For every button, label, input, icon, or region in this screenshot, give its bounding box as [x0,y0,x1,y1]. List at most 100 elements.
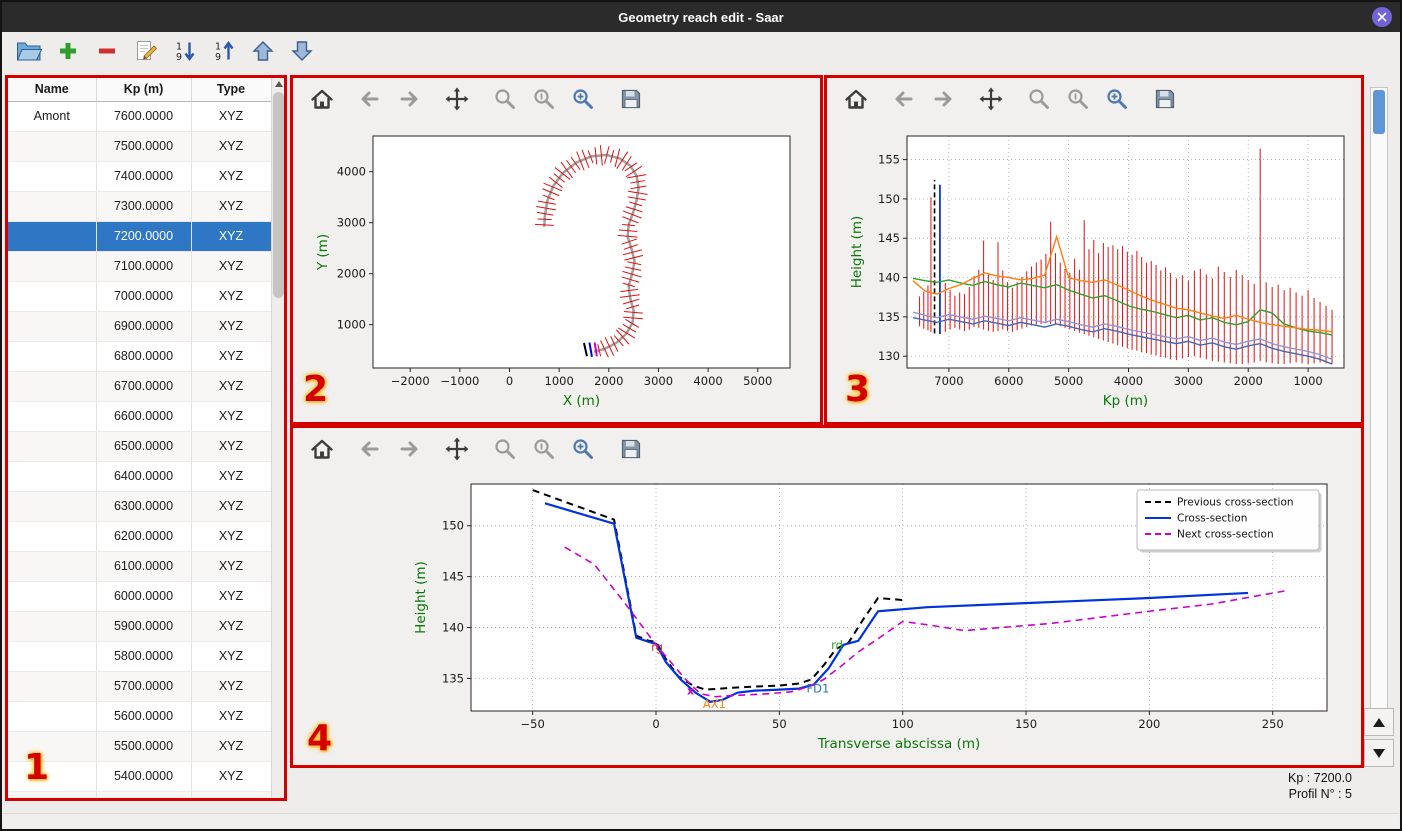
save-icon [1155,89,1175,109]
back-button[interactable] [357,436,383,462]
svg-text:100: 100 [892,717,914,731]
vertical-scrollbar[interactable] [1370,87,1388,712]
svg-text:4000: 4000 [337,165,366,179]
table-scrollbar-thumb[interactable] [273,92,284,298]
table-row[interactable]: 6600.0000 XYZ [8,401,272,432]
table-row[interactable]: 6500.0000 XYZ [8,431,272,462]
table-row[interactable]: 5500.0000 XYZ [8,731,272,762]
table-scrollbar[interactable] [271,78,285,797]
table-row[interactable]: 7200.0000 XYZ [8,221,272,252]
zoom-rect-button[interactable] [570,436,596,462]
zoom-rect-icon [573,89,593,109]
table-row[interactable]: 5800.0000 XYZ [8,641,272,672]
pan-button[interactable] [444,86,470,112]
save-icon [621,439,641,459]
home-button[interactable] [309,86,335,112]
sort-descending-button[interactable]: 1 9 [211,38,237,64]
svg-text:130: 130 [878,349,900,363]
zoom-button[interactable] [492,436,518,462]
svg-text:−50: −50 [521,717,545,731]
zoom-rect-button[interactable] [1104,86,1130,112]
profile-chart[interactable]: 7000 6000 5000 4000 3000 2000 1000 130 135 140 145… [827,120,1361,420]
app-window: Geometry reach edit - Saar 1 9 1 9 Name … [0,0,1402,831]
forward-button[interactable] [396,86,422,112]
zoom-button[interactable] [492,86,518,112]
forward-button[interactable] [930,86,956,112]
svg-text:−2000: −2000 [391,374,430,388]
back-button[interactable] [891,86,917,112]
move-down-button[interactable] [289,38,315,64]
plan-view-chart[interactable]: −2000 −1000 0 1000 2000 3000 4000 5000 1000 2000 3… [293,120,820,420]
svg-text:145: 145 [442,570,464,584]
edit-row-button[interactable] [133,38,159,64]
table-row[interactable]: 7000.0000 XYZ [8,281,272,312]
table-row[interactable]: 6800.0000 XYZ [8,341,272,372]
table-row[interactable]: 6400.0000 XYZ [8,461,272,492]
table-row[interactable]: 7100.0000 XYZ [8,251,272,282]
zoom-icon [1029,89,1049,109]
home-icon [845,89,867,109]
sort-descending-icon: 1 9 [215,40,234,63]
table-row[interactable]: 5900.0000 XYZ [8,611,272,642]
zoom-rect-button[interactable] [570,86,596,112]
profile-up-button[interactable] [1364,708,1394,736]
home-button[interactable] [309,436,335,462]
forward-button[interactable] [396,436,422,462]
status-profil: Profil N° : 5 [1288,786,1352,801]
svg-text:1000: 1000 [1293,374,1322,388]
close-button[interactable] [1372,7,1392,27]
svg-text:0: 0 [652,717,659,731]
zoom-initial-button[interactable] [531,436,557,462]
table-row[interactable]: 6900.0000 XYZ [8,311,272,342]
svg-text:50: 50 [772,717,787,731]
titlebar[interactable]: Geometry reach edit - Saar [2,2,1400,32]
svg-text:3000: 3000 [1174,374,1203,388]
table-row[interactable]: 7400.0000 XYZ [8,161,272,192]
add-row-button[interactable] [55,38,81,64]
table-row[interactable]: 5700.0000 XYZ [8,671,272,702]
table-row[interactable]: 5300.0000XYZ [8,791,272,797]
back-button[interactable] [357,86,383,112]
col-header-type[interactable]: Type [191,78,272,102]
table-row[interactable]: 6100.0000 XYZ [8,551,272,582]
table-row[interactable]: 7300.0000 XYZ [8,191,272,222]
table-row[interactable]: 7500.0000 XYZ [8,131,272,162]
svg-text:3000: 3000 [644,374,673,388]
table-row[interactable]: 6200.0000 XYZ [8,521,272,552]
svg-text:135: 135 [442,671,464,685]
zoom-initial-button[interactable] [1065,86,1091,112]
cross-section-chart[interactable]: x rg rd AX1 FD1 −50 0 50 100 150 200 250 135 140 145 15… [293,470,1361,763]
table-row[interactable]: Amont 7600.0000 XYZ [8,101,272,132]
vertical-scrollbar-thumb[interactable] [1373,90,1385,134]
svg-text:6000: 6000 [994,374,1023,388]
plot-toolbar [827,78,1361,120]
back-icon [361,441,379,457]
svg-text:4000: 4000 [1114,374,1143,388]
open-button[interactable] [16,38,42,64]
table-row[interactable]: 5600.0000 XYZ [8,701,272,732]
save-button[interactable] [618,436,644,462]
save-button[interactable] [618,86,644,112]
zoom-button[interactable] [1026,86,1052,112]
scroll-up-icon[interactable] [275,81,283,87]
profile-down-button[interactable] [1364,739,1394,767]
sort-ascending-button[interactable]: 1 9 [172,38,198,64]
remove-row-button[interactable] [94,38,120,64]
table-row[interactable]: 5400.0000 XYZ [8,761,272,792]
zoom-initial-button[interactable] [531,86,557,112]
svg-text:3000: 3000 [337,216,366,230]
pan-button[interactable] [444,436,470,462]
col-header-name[interactable]: Name [8,78,97,102]
profiles-panel: Name Kp (m) Type Amont 7600.0000 XYZ 7500.0… [8,78,285,797]
pan-button[interactable] [978,86,1004,112]
col-header-kp[interactable]: Kp (m) [96,78,192,102]
svg-text:150: 150 [442,519,464,533]
move-up-button[interactable] [250,38,276,64]
table-row[interactable]: 6700.0000 XYZ [8,371,272,402]
triangle-up-icon [1373,717,1385,727]
table-row[interactable]: 6000.0000 XYZ [8,581,272,612]
home-button[interactable] [843,86,869,112]
save-button[interactable] [1152,86,1178,112]
cross-section-panel: x rg rd AX1 FD1 −50 0 50 100 150 200 250 135 140 145 15… [293,428,1361,765]
table-row[interactable]: 6300.0000 XYZ [8,491,272,522]
